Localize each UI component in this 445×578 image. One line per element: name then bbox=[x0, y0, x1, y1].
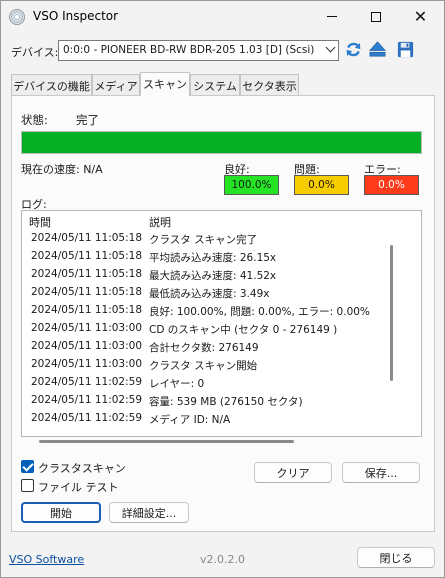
log-row[interactable]: 2024/05/11 11:05:18 平均読み込み速度: 26.15x bbox=[22, 248, 410, 266]
close-icon: ✕ bbox=[413, 6, 428, 26]
log-row-time: 2024/05/11 11:05:18 bbox=[31, 232, 143, 244]
start-button[interactable]: 開始 bbox=[21, 502, 101, 523]
log-row-time: 2024/05/11 11:05:18 bbox=[31, 268, 143, 280]
status-label: 状態: bbox=[21, 113, 48, 127]
file-test-label[interactable]: ファイル テスト bbox=[38, 479, 119, 495]
scan-progress-bar bbox=[21, 131, 422, 154]
refresh-icon[interactable] bbox=[344, 40, 363, 59]
log-row[interactable]: 2024/05/11 11:02:59 レイヤー: 0 bbox=[22, 374, 410, 392]
tab-sector-view[interactable]: セクタ表示 bbox=[240, 74, 299, 95]
log-row-description: 最大読み込み速度: 41.52x bbox=[149, 270, 277, 282]
maximize-button[interactable] bbox=[353, 1, 398, 32]
log-row-description: クラスタ スキャン完了 bbox=[149, 234, 258, 246]
log-column-time[interactable]: 時間 bbox=[29, 214, 51, 230]
error-percent-box: 0.0% bbox=[364, 175, 419, 195]
tab-device-features[interactable]: デバイスの機能 bbox=[11, 74, 92, 95]
log-row[interactable]: 2024/05/11 11:05:18 クラスタ スキャン完了 bbox=[22, 230, 410, 248]
log-row-description: 最低読み込み速度: 3.49x bbox=[149, 288, 270, 300]
tab-scan[interactable]: スキャン bbox=[140, 72, 190, 96]
file-test-checkbox[interactable] bbox=[21, 479, 34, 492]
tab-media[interactable]: メディア bbox=[92, 74, 140, 95]
log-row-description: 容量: 539 MB (276150 セクタ) bbox=[149, 396, 303, 408]
advanced-settings-button[interactable]: 詳細設定... bbox=[109, 502, 189, 523]
log-row-time: 2024/05/11 11:05:18 bbox=[31, 286, 143, 298]
good-percent-box: 100.0% bbox=[224, 175, 279, 195]
title-bar[interactable]: VSO Inspector ✕ bbox=[1, 1, 444, 32]
log-row-description: 平均読み込み速度: 26.15x bbox=[149, 252, 277, 264]
log-row[interactable]: 2024/05/11 11:05:18 良好: 100.00%, 問題: 0.00… bbox=[22, 302, 410, 320]
device-select-value: 0:0:0 - PIONEER BD-RW BDR-205 1.03 [D] (… bbox=[63, 44, 315, 56]
log-row-description: メディア ID: N/A bbox=[149, 414, 231, 426]
device-label: デバイス: bbox=[11, 46, 59, 59]
log-row-description: 合計セクタ数: 276149 bbox=[149, 342, 259, 354]
log-header: 時間 説明 bbox=[22, 211, 410, 229]
window-title: VSO Inspector bbox=[33, 9, 119, 23]
log-row[interactable]: 2024/05/11 11:05:18 最低読み込み速度: 3.49x bbox=[22, 284, 410, 302]
log-row[interactable]: 2024/05/11 11:03:00 クラスタ スキャン開始 bbox=[22, 356, 410, 374]
save-button[interactable]: 保存... bbox=[342, 462, 420, 483]
clear-button[interactable]: クリア bbox=[254, 462, 332, 483]
log-row[interactable]: 2024/05/11 11:05:18 最大読み込み速度: 41.52x bbox=[22, 266, 410, 284]
log-row-time: 2024/05/11 11:05:18 bbox=[31, 304, 143, 316]
log-row-time: 2024/05/11 11:03:00 bbox=[31, 358, 143, 370]
device-select[interactable]: 0:0:0 - PIONEER BD-RW BDR-205 1.03 [D] (… bbox=[58, 40, 339, 61]
maximize-icon bbox=[370, 11, 381, 22]
log-row-description: CD のスキャン中 (セクタ 0 - 276149 ) bbox=[149, 324, 338, 336]
app-window: VSO Inspector ✕ デバイス: 0:0:0 - PIONEER BD… bbox=[0, 0, 445, 578]
minimize-icon bbox=[326, 16, 337, 17]
scan-progress-fill bbox=[22, 132, 421, 153]
cluster-scan-checkbox[interactable] bbox=[21, 460, 34, 473]
close-window-button[interactable]: ✕ bbox=[398, 1, 443, 32]
log-row-time: 2024/05/11 11:02:59 bbox=[31, 376, 143, 388]
log-row-description: クラスタ スキャン開始 bbox=[149, 360, 258, 372]
log-row-time: 2024/05/11 11:03:00 bbox=[31, 340, 143, 352]
log-column-description[interactable]: 説明 bbox=[149, 214, 171, 230]
cluster-scan-label[interactable]: クラスタスキャン bbox=[38, 460, 126, 476]
log-row-time: 2024/05/11 11:02:59 bbox=[31, 394, 143, 406]
status-value: 完了 bbox=[76, 113, 99, 127]
floppy-save-icon[interactable] bbox=[396, 40, 415, 59]
log-row[interactable]: 2024/05/11 11:03:00 CD のスキャン中 (セクタ 0 - 27… bbox=[22, 320, 410, 338]
log-horizontal-scrollbar[interactable] bbox=[39, 440, 294, 443]
disc-icon bbox=[9, 9, 25, 25]
log-row[interactable]: 2024/05/11 11:02:59 メディア ID: N/A bbox=[22, 410, 410, 428]
tab-system[interactable]: システム bbox=[190, 74, 240, 95]
log-row-time: 2024/05/11 11:05:18 bbox=[31, 250, 143, 262]
log-row-time: 2024/05/11 11:02:59 bbox=[31, 412, 143, 424]
vso-software-link[interactable]: VSO Software bbox=[9, 553, 84, 566]
log-row-time: 2024/05/11 11:03:00 bbox=[31, 322, 143, 334]
log-row[interactable]: 2024/05/11 11:03:00 合計セクタ数: 276149 bbox=[22, 338, 410, 356]
chevron-down-icon bbox=[325, 42, 336, 53]
log-row-description: レイヤー: 0 bbox=[149, 378, 205, 390]
log-list[interactable]: 時間 説明 2024/05/11 11:05:18 クラスタ スキャン完了 2024… bbox=[21, 210, 422, 437]
eject-icon[interactable] bbox=[368, 40, 387, 59]
problem-percent-box: 0.0% bbox=[294, 175, 349, 195]
log-row-description: 良好: 100.00%, 問題: 0.00%, エラー: 0.00% bbox=[149, 306, 370, 318]
close-button[interactable]: 閉じる bbox=[357, 547, 435, 568]
version-label: v2.0.2.0 bbox=[200, 553, 245, 566]
current-speed: 現在の速度: N/A bbox=[21, 163, 103, 176]
log-row[interactable]: 2024/05/11 11:02:59 容量: 539 MB (276150 セク… bbox=[22, 392, 410, 410]
minimize-button[interactable] bbox=[309, 1, 354, 32]
log-vertical-scrollbar[interactable] bbox=[390, 245, 393, 381]
log-scroll-gutter bbox=[22, 428, 409, 436]
